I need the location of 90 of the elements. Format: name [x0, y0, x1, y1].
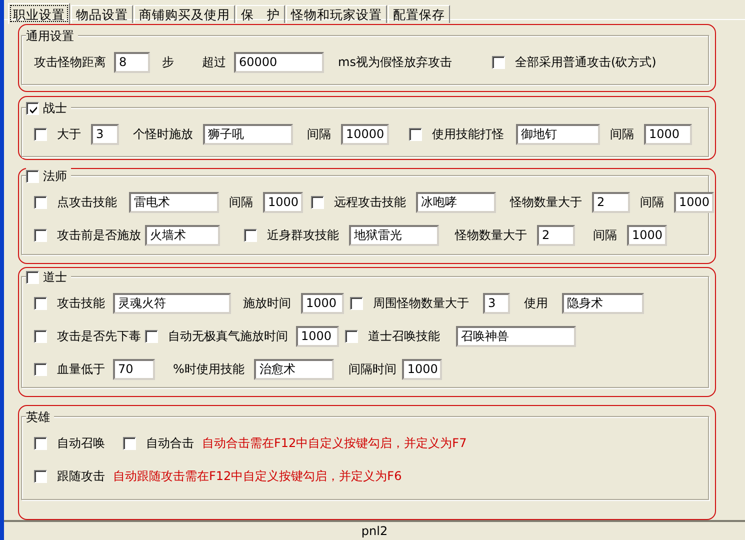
field-label: 攻击怪物距离: [34, 54, 106, 70]
checkbox-label[interactable]: 周围怪物数量大于: [373, 295, 469, 312]
checkbox-label[interactable]: 攻击前是否施放: [57, 227, 141, 244]
field-label: 间隔时间: [348, 361, 396, 378]
checkbox-label[interactable]: 攻击是否先下毒: [57, 328, 141, 345]
checkbox[interactable]: [34, 196, 47, 209]
group-title: 通用设置: [26, 28, 74, 45]
tab[interactable]: 物品设置: [71, 5, 133, 23]
checkbox-label[interactable]: 攻击技能: [57, 295, 105, 312]
field-label: 间隔: [593, 227, 617, 244]
checkbox-label[interactable]: 全部采用普通攻击(砍方式): [514, 54, 656, 70]
field-label: 个怪时施放: [133, 126, 193, 142]
checkbox-label[interactable]: 自动无极真气施放时间: [168, 328, 288, 345]
checkbox[interactable]: [34, 470, 47, 483]
checkbox[interactable]: [34, 437, 47, 450]
checkbox[interactable]: [26, 102, 39, 115]
input-field[interactable]: 1000: [402, 359, 442, 380]
checkbox-label[interactable]: 道士召唤技能: [368, 328, 440, 345]
tab[interactable]: 配置保存: [388, 5, 450, 23]
hint-text: 自动跟随攻击需在F12中自定义按键勾启，并定义为F6: [113, 468, 402, 485]
checkbox[interactable]: [26, 271, 39, 284]
input-field[interactable]: 治愈术: [254, 359, 334, 380]
input-field[interactable]: 火墙术: [145, 225, 220, 246]
checkbox[interactable]: [123, 437, 136, 450]
hint-text: 自动合击需在F12中自定义按键勾启，并定义为F7: [202, 435, 467, 452]
checkbox[interactable]: [311, 196, 324, 209]
input-field[interactable]: 雷电术: [129, 192, 219, 213]
input-field[interactable]: 1000: [674, 192, 714, 213]
checkbox-label[interactable]: 自动合击: [146, 435, 194, 452]
checkbox[interactable]: [244, 229, 257, 242]
input-field[interactable]: 70: [113, 359, 155, 380]
input-field[interactable]: 1000: [627, 225, 667, 246]
field-label: 间隔: [307, 126, 331, 142]
checkbox[interactable]: [409, 128, 422, 140]
field-label: 间隔: [229, 194, 253, 211]
checkbox-label[interactable]: 使用技能打怪: [432, 126, 504, 142]
field-label: 步: [162, 54, 174, 70]
checkbox[interactable]: [492, 56, 505, 68]
input-field[interactable]: 8: [114, 52, 150, 72]
checkbox[interactable]: [34, 363, 47, 376]
field-label: 怪物数量大于: [455, 227, 527, 244]
field-label: 超过: [202, 54, 226, 70]
checkbox[interactable]: [34, 330, 47, 343]
checkbox[interactable]: [350, 297, 363, 310]
tab[interactable]: 职业设置: [8, 3, 70, 24]
input-field[interactable]: 冰咆哮: [416, 192, 496, 213]
field-label: 怪物数量大于: [510, 194, 582, 211]
checkbox-label[interactable]: 跟随攻击: [57, 468, 105, 485]
input-field[interactable]: 2: [592, 192, 630, 213]
input-field[interactable]: 3: [483, 293, 510, 314]
checkbox-label[interactable]: 自动召唤: [57, 435, 105, 452]
checkbox-label[interactable]: 大于: [57, 126, 81, 142]
field-label: 施放时间: [243, 295, 291, 312]
checkbox[interactable]: [34, 229, 47, 242]
input-field[interactable]: 60000: [234, 52, 324, 72]
input-field[interactable]: 1000: [644, 124, 692, 144]
input-field[interactable]: 1000: [296, 326, 339, 347]
group-title: 英雄: [26, 409, 50, 426]
field-label: ms视为假怪放弃攻击: [338, 54, 452, 70]
group-title: 道士: [43, 269, 67, 286]
checkbox-label[interactable]: 远程攻击技能: [334, 194, 406, 211]
input-field[interactable]: 1000: [263, 192, 303, 213]
status-text: pnl2: [361, 524, 388, 538]
field-label: 使用: [524, 295, 548, 312]
checkbox-label[interactable]: 近身群攻技能: [267, 227, 339, 244]
checkbox-label[interactable]: 血量低于: [57, 361, 105, 378]
checkbox[interactable]: [145, 330, 158, 343]
input-field[interactable]: 御地钉: [516, 124, 600, 144]
field-label: 间隔: [640, 194, 664, 211]
input-field[interactable]: 隐身术: [562, 293, 644, 314]
group-title: 法师: [43, 168, 67, 185]
input-field[interactable]: 召唤神兽: [456, 326, 576, 347]
checkbox[interactable]: [34, 297, 47, 310]
checkbox[interactable]: [26, 170, 39, 183]
checkbox[interactable]: [345, 330, 358, 343]
tab[interactable]: 保 护: [236, 5, 285, 23]
group-title: 战士: [43, 100, 67, 117]
tab[interactable]: 商铺购买及使用: [134, 5, 235, 23]
input-field[interactable]: 1000: [301, 293, 344, 314]
input-field[interactable]: 地狱雷光: [349, 225, 439, 246]
input-field[interactable]: 灵魂火符: [113, 293, 231, 314]
input-field[interactable]: 10000: [341, 124, 389, 144]
input-field[interactable]: 2: [537, 225, 575, 246]
input-field[interactable]: 狮子吼: [203, 124, 293, 144]
checkbox[interactable]: [34, 128, 47, 140]
checkbox-label[interactable]: 点攻击技能: [57, 194, 117, 211]
field-label: %时使用技能: [173, 361, 244, 378]
input-field[interactable]: 3: [91, 124, 119, 144]
field-label: 间隔: [610, 126, 634, 142]
tab[interactable]: 怪物和玩家设置: [286, 5, 387, 23]
